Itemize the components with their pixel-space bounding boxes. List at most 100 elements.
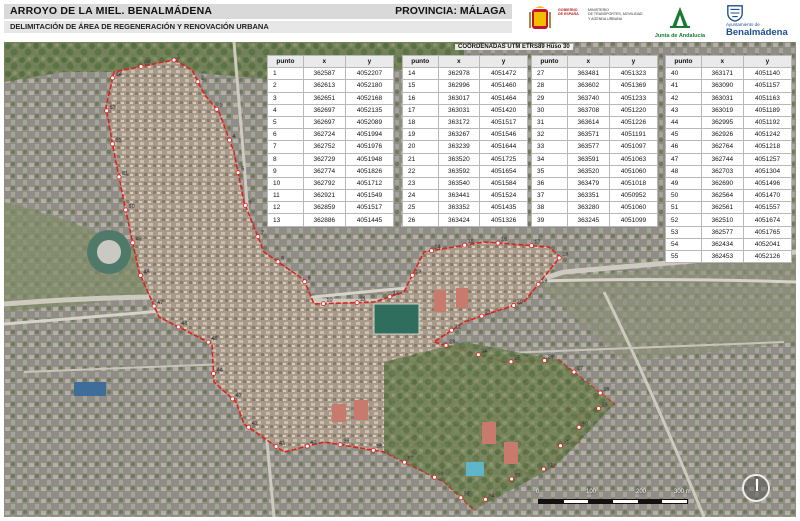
y-coordinate: 4051163: [742, 91, 793, 105]
y-coordinate: 4051018: [608, 176, 659, 191]
vertex-marker: [104, 108, 110, 114]
table-row: 37 363351 4050952: [531, 189, 659, 203]
point-number: 48: [665, 164, 702, 178]
point-number: 53: [665, 225, 702, 239]
vertex-marker: [596, 406, 601, 411]
vertex-marker: [558, 443, 563, 449]
vertex-marker: [511, 303, 517, 308]
y-coordinate: 4051517: [479, 115, 528, 130]
map-title: ARROYO DE LA MIEL. BENALMÁDENA: [10, 5, 213, 17]
y-coordinate: 4051445: [344, 213, 395, 227]
point-number: 8: [267, 152, 304, 166]
y-coordinate: 4051097: [608, 140, 659, 154]
point-number: 51: [665, 201, 702, 215]
table-row: 54 362434 4052041: [665, 237, 793, 252]
x-coordinate: 363267: [437, 128, 481, 142]
table-row: 44 362995 4051192: [665, 115, 793, 130]
x-coordinate: 362703: [700, 164, 744, 178]
table-row: 21 363520 4051725: [402, 152, 528, 166]
table-row: 24 363441 4051524: [402, 189, 528, 203]
point-number: 21: [402, 152, 439, 166]
vertex-marker: [227, 137, 232, 143]
vertex-marker: [255, 234, 261, 239]
point-number: 30: [531, 103, 568, 117]
x-coordinate: 362510: [700, 213, 744, 227]
x-coordinate: 363171: [700, 67, 744, 81]
y-coordinate: 4051654: [479, 164, 528, 178]
table-row: 8 362729 4051948: [267, 152, 395, 166]
y-coordinate: 4051948: [344, 152, 395, 166]
table-row: 38 363280 4051060: [531, 201, 659, 215]
point-number: 40: [665, 67, 702, 81]
junta-andalucia-logo: Junta de Andalucía: [652, 3, 708, 39]
table-row: 12 362859 4051517: [267, 201, 395, 215]
vertex-label: 15: [468, 239, 474, 245]
vertex-label: 30: [582, 421, 588, 427]
point-number: 1: [267, 67, 304, 81]
vertex-label: 19: [541, 278, 547, 284]
x-coordinate: 362978: [437, 67, 481, 81]
x-coordinate: 363245: [566, 213, 610, 227]
x-coordinate: 363520: [437, 152, 481, 166]
table-header: y: [742, 54, 793, 69]
vertex-marker: [402, 459, 407, 465]
vertex-label: 34: [488, 493, 494, 499]
x-coordinate: 363481: [566, 67, 610, 81]
vertex-marker: [443, 343, 449, 348]
vertex-label: 52: [116, 138, 122, 144]
y-coordinate: 4051326: [479, 213, 528, 227]
vertex-label: 22: [455, 324, 461, 330]
y-coordinate: 4051524: [479, 189, 528, 203]
vertex-marker: [495, 240, 501, 246]
vertex-label: 12: [393, 291, 399, 297]
vertex-label: 45: [211, 336, 217, 342]
y-coordinate: 4051464: [479, 91, 528, 105]
y-coordinate: 4051584: [479, 176, 528, 191]
table-row: 39 363245 4051099: [531, 213, 659, 227]
table-row: 25 363352 4051435: [402, 201, 528, 215]
point-number: 37: [531, 189, 568, 203]
point-number: 39: [531, 213, 568, 227]
table-row: 51 362561 4051557: [665, 201, 793, 215]
vertex-label: 4: [233, 134, 236, 140]
vertex-marker: [273, 444, 279, 449]
vertex-label: 40: [310, 440, 316, 446]
vertex-label: 36: [438, 471, 444, 477]
province-label: PROVINCIA: MÁLAGA: [395, 5, 506, 17]
vertex-marker: [230, 396, 235, 402]
vertex-label: 5: [241, 167, 244, 173]
point-number: 45: [665, 128, 702, 142]
y-coordinate: 4051191: [608, 128, 659, 142]
table-header: punto: [531, 54, 568, 69]
y-coordinate: 4051189: [742, 103, 793, 117]
point-number: 54: [665, 237, 702, 252]
y-coordinate: 4052126: [742, 249, 793, 264]
vertex-marker: [576, 424, 582, 430]
table-row: 5 362697 4052089: [267, 115, 395, 130]
y-coordinate: 4051233: [608, 91, 659, 105]
y-coordinate: 4050952: [608, 189, 659, 203]
x-coordinate: 363280: [566, 201, 610, 215]
point-number: 11: [267, 189, 304, 203]
vertex-label: 33: [515, 473, 521, 479]
y-coordinate: 4051712: [344, 176, 395, 191]
gobierno-logo: GOBIERNO DE ESPAÑA MINISTERIO DE TRANSPO…: [526, 5, 646, 33]
vertex-label: 43: [236, 393, 242, 399]
x-coordinate: 362774: [302, 164, 346, 178]
y-coordinate: 4051765: [742, 225, 793, 239]
point-number: 2: [267, 79, 304, 93]
vertex-marker: [432, 474, 437, 480]
vertex-label: 20: [517, 299, 523, 305]
vertex-label: 44: [217, 367, 223, 373]
title-bar: ARROYO DE LA MIEL. BENALMÁDENA PROVINCIA…: [4, 4, 512, 19]
point-number: 43: [665, 103, 702, 117]
table-row: 19 363267 4051546: [402, 128, 528, 142]
table-row: 10 362792 4051712: [267, 176, 395, 191]
table-row: 35 363520 4051060: [531, 164, 659, 178]
point-number: 22: [402, 164, 439, 178]
vertex-label: 54: [116, 72, 122, 78]
vertex-marker: [429, 248, 434, 254]
vertex-label: 16: [501, 237, 507, 243]
vertex-marker: [556, 255, 562, 261]
x-coordinate: 362859: [302, 201, 346, 215]
